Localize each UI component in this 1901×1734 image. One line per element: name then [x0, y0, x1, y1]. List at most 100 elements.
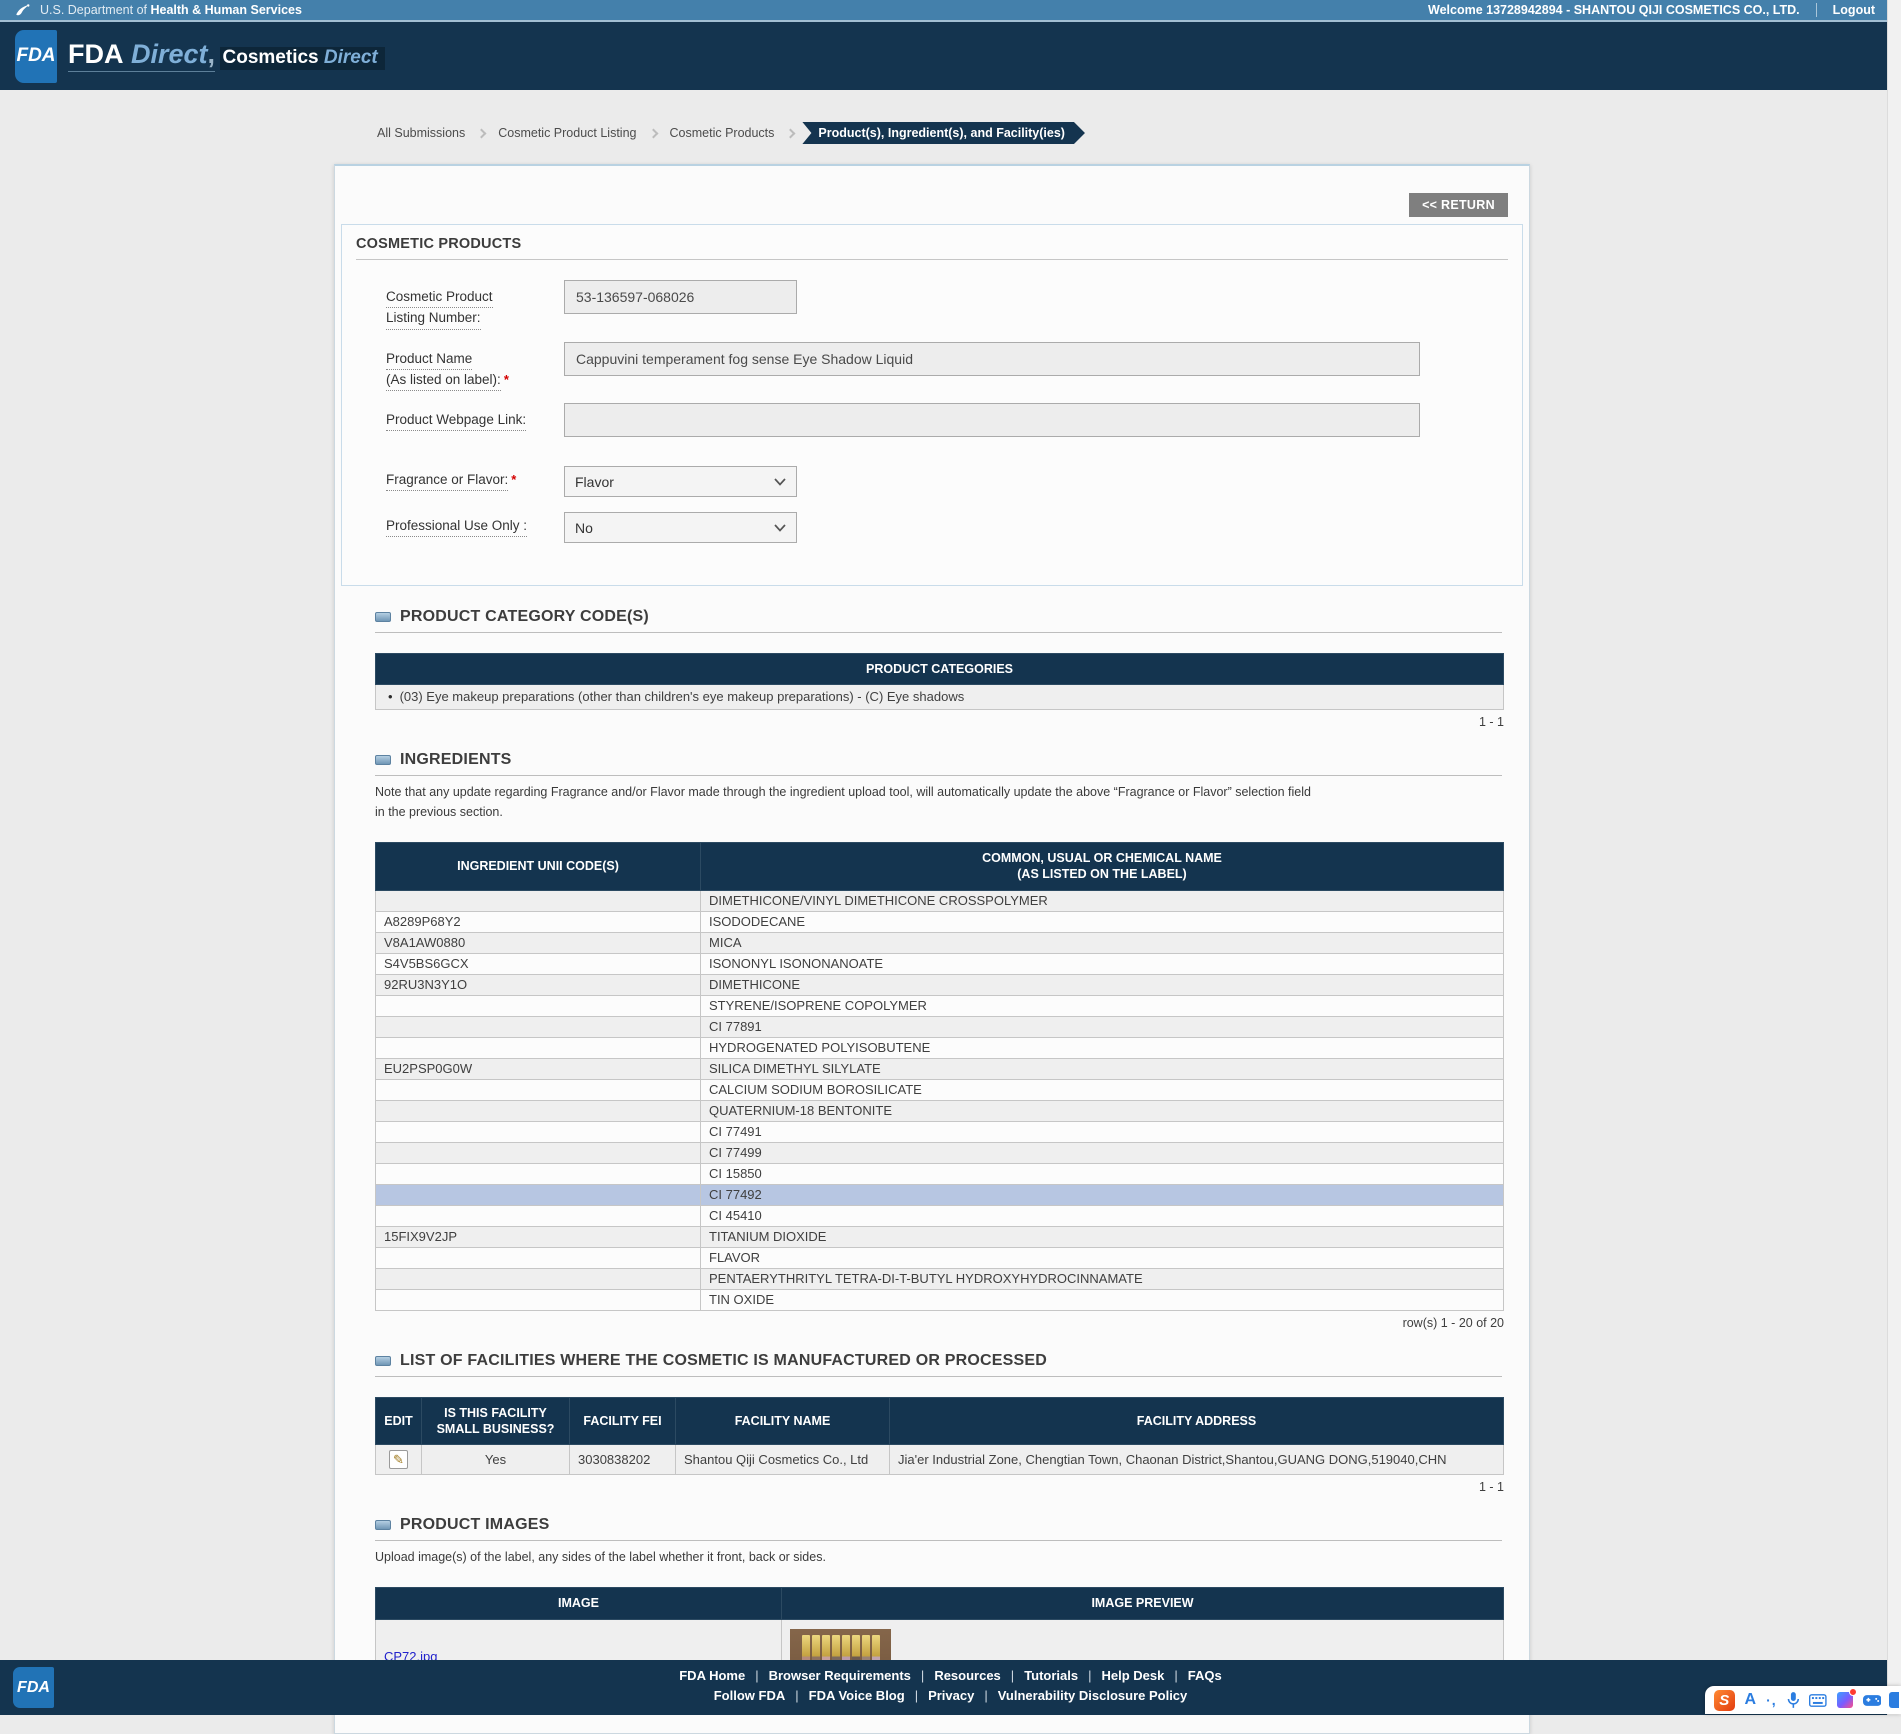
product-name-input[interactable] — [564, 341, 1420, 376]
collapse-icon[interactable] — [375, 1355, 391, 1366]
ime-language-icon[interactable]: A — [1745, 1691, 1757, 1709]
ime-more-icon[interactable] — [1889, 1692, 1900, 1708]
chemical-name-cell: TIN OXIDE — [700, 1288, 1504, 1311]
logout-link[interactable]: Logout — [1833, 3, 1875, 17]
facilities-section-title: LIST OF FACILITIES WHERE THE COSMETIC IS… — [400, 1351, 1048, 1369]
table-row[interactable]: V8A1AW0880 MICA — [375, 931, 1504, 954]
hhs-dept-text: U.S. Department of Health & Human Servic… — [40, 3, 302, 17]
unii-code-cell — [375, 1162, 701, 1185]
unii-code-cell — [375, 1120, 701, 1143]
facilities-table: EDIT IS THIS FACILITY SMALL BUSINESS? FACI… — [375, 1396, 1504, 1475]
table-row[interactable]: CI 77891 — [375, 1015, 1504, 1038]
scrollbar-track[interactable] — [1887, 0, 1901, 1715]
collapse-icon[interactable] — [375, 755, 391, 766]
facilities-section: LIST OF FACILITIES WHERE THE COSMETIC IS… — [375, 1351, 1504, 1494]
professional-use-select[interactable]: No — [564, 512, 797, 543]
small-business-cell: Yes — [421, 1444, 570, 1475]
app-title: FDA Direct, — [68, 38, 216, 72]
unii-code-cell — [375, 1267, 701, 1290]
table-row[interactable]: CI 77499 — [375, 1141, 1504, 1164]
chemical-name-cell: STYRENE/ISOPRENE COPOLYMER — [700, 994, 1504, 1017]
app-subtitle: Cosmetics Direct — [219, 46, 385, 70]
footer-link[interactable]: Browser Requirements — [769, 1668, 911, 1683]
unii-code-cell — [375, 1036, 701, 1059]
chevron-down-icon — [774, 523, 786, 532]
chemical-name-cell: ISONONYL ISONONANOATE — [700, 952, 1504, 975]
listing-number-input[interactable] — [564, 280, 797, 314]
fragrance-flavor-select[interactable]: Flavor — [564, 466, 797, 497]
chemical-name-cell: ISODODECANE — [700, 910, 1504, 933]
table-row[interactable]: CI 77491 — [375, 1120, 1504, 1143]
footer-link-separator: | — [755, 1668, 759, 1683]
images-note: Upload image(s) of the label, any sides … — [375, 1550, 826, 1564]
breadcrumb-item[interactable]: Cosmetic Product Listing — [487, 126, 647, 140]
table-row[interactable]: 92RU3N3Y1O DIMETHICONE — [375, 973, 1504, 996]
footer-link[interactable]: Resources — [934, 1668, 1000, 1683]
table-row[interactable]: DIMETHICONE/VINYL DIMETHICONE CROSSPOLYM… — [375, 889, 1504, 912]
professional-use-label: Professional Use Only : — [386, 509, 564, 538]
chemical-name-cell: CI 77499 — [700, 1141, 1504, 1164]
ime-logo-icon[interactable]: S — [1714, 1689, 1735, 1711]
fda-logo: FDA — [15, 29, 57, 83]
table-row[interactable]: HYDROGENATED POLYISOBUTENE — [375, 1036, 1504, 1059]
product-name-label: Product Name (As listed on label): * — [386, 342, 564, 391]
footer-link-separator: | — [984, 1688, 988, 1703]
chemical-name-cell: CALCIUM SODIUM BOROSILICATE — [700, 1078, 1504, 1101]
footer-links-row1: FDA Home | Browser Requirements | Resources |… — [0, 1668, 1901, 1683]
ime-punctuation-icon[interactable]: ·, — [1766, 1692, 1777, 1708]
edit-pencil-icon[interactable] — [389, 1450, 408, 1469]
table-row[interactable]: TIN OXIDE — [375, 1288, 1504, 1311]
collapse-icon[interactable] — [375, 612, 391, 622]
ime-skin-icon[interactable] — [1837, 1688, 1857, 1708]
breadcrumb-item[interactable]: Cosmetic Products — [659, 126, 786, 140]
table-row[interactable]: QUATERNIUM-18 BENTONITE — [375, 1099, 1504, 1122]
listing-number-label: Cosmetic Product Listing Number: — [386, 280, 564, 330]
table-row[interactable]: A8289P68Y2 ISODODECANE — [375, 910, 1504, 933]
microphone-icon[interactable] — [1787, 1691, 1800, 1709]
unii-code-cell: V8A1AW0880 — [375, 931, 701, 954]
category-table-header: PRODUCT CATEGORIES — [375, 652, 1504, 686]
table-row[interactable]: FLAVOR — [375, 1246, 1504, 1269]
table-row[interactable]: CI 77492 — [375, 1183, 1504, 1206]
table-row: Yes3030838202Shantou Qiji Cosmetics Co.,… — [375, 1444, 1504, 1475]
ingredients-table: INGREDIENT UNII CODE(S) COMMON, USUAL OR… — [375, 842, 1504, 1311]
footer-link[interactable]: FAQs — [1188, 1668, 1222, 1683]
unii-code-cell: A8289P68Y2 — [375, 910, 701, 933]
facility-address-cell: Jia'er Industrial Zone, Chengtian Town, … — [889, 1444, 1504, 1475]
unii-code-cell — [375, 1099, 701, 1122]
unii-code-cell — [375, 1015, 701, 1038]
breadcrumb-item[interactable]: All Submissions — [366, 126, 476, 140]
table-row[interactable]: PENTAERYTHRITYL TETRA-DI-T-BUTYL HYDROXY… — [375, 1267, 1504, 1290]
facility-column-header: FACILITY FEI — [569, 1396, 676, 1445]
category-section-title: PRODUCT CATEGORY CODE(S) — [400, 608, 649, 625]
chemical-name-cell: CI 45410 — [700, 1204, 1504, 1227]
unii-code-cell — [375, 1246, 701, 1269]
footer-link[interactable]: Follow FDA — [714, 1688, 786, 1703]
unii-code-cell — [375, 994, 701, 1017]
table-row[interactable]: CALCIUM SODIUM BOROSILICATE — [375, 1078, 1504, 1101]
webpage-link-input[interactable] — [564, 403, 1420, 437]
ingredients-pagination: row(s) 1 - 20 of 20 — [1402, 1315, 1504, 1330]
collapse-icon[interactable] — [375, 1520, 391, 1530]
return-button[interactable]: << RETURN — [1409, 193, 1508, 217]
keyboard-icon[interactable] — [1809, 1693, 1827, 1707]
image-column-header: IMAGE — [375, 1587, 782, 1620]
footer-link[interactable]: Vulnerability Disclosure Policy — [998, 1688, 1188, 1703]
ingredients-note: Note that any update regarding Fragrance… — [375, 785, 1311, 819]
unii-code-cell — [375, 1141, 701, 1164]
table-row[interactable]: S4V5BS6GCX ISONONYL ISONONANOATE — [375, 952, 1504, 975]
table-row[interactable]: CI 15850 — [375, 1162, 1504, 1185]
table-row[interactable]: STYRENE/ISOPRENE COPOLYMER — [375, 994, 1504, 1017]
footer-link[interactable]: Privacy — [928, 1688, 974, 1703]
footer-link[interactable]: Help Desk — [1102, 1668, 1165, 1683]
hhs-dept-prefix: U.S. Department of — [40, 3, 147, 17]
table-row[interactable]: EU2PSP0G0W SILICA DIMETHYL SILYLATE — [375, 1057, 1504, 1080]
breadcrumb-item-active[interactable]: Product(s), Ingredient(s), and Facility(… — [802, 122, 1085, 144]
footer-link[interactable]: FDA Home — [679, 1668, 745, 1683]
table-row[interactable]: CI 45410 — [375, 1204, 1504, 1227]
gamepad-icon[interactable] — [1862, 1694, 1882, 1707]
app-title-accent: Direct — [131, 38, 208, 69]
table-row[interactable]: 15FIX9V2JP TITANIUM DIOXIDE — [375, 1225, 1504, 1248]
footer-link[interactable]: Tutorials — [1024, 1668, 1078, 1683]
footer-link[interactable]: FDA Voice Blog — [809, 1688, 905, 1703]
